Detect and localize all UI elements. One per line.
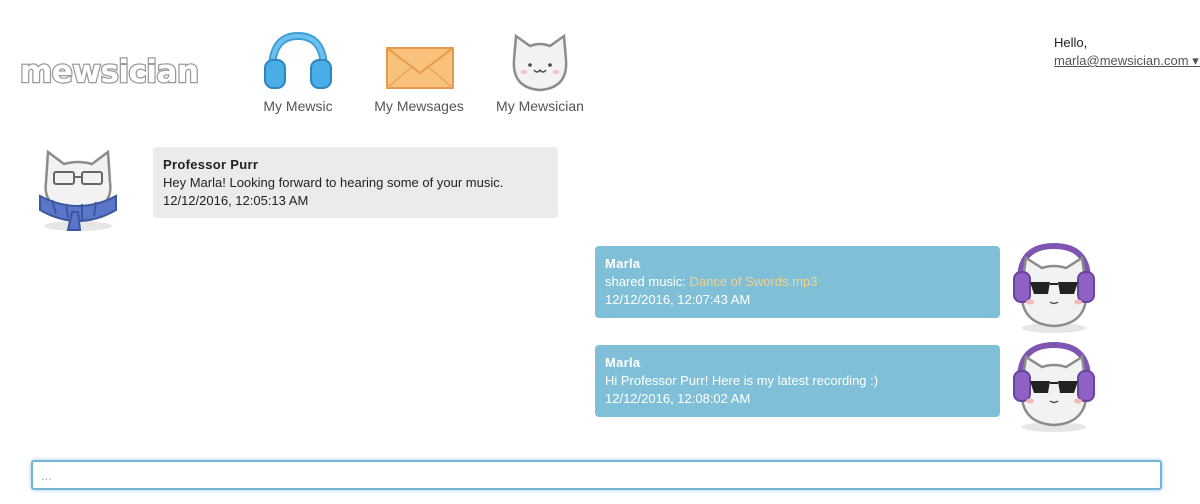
message-timestamp: 12/12/2016, 12:05:13 AM [163, 193, 309, 208]
marla-avatar [1008, 339, 1100, 440]
message-sender: Professor Purr [163, 157, 259, 172]
user-greeting: Hello, marla@mewsician.com ▾! [1054, 34, 1200, 70]
marla-avatar [1008, 240, 1100, 341]
user-email: marla@mewsician.com [1054, 53, 1189, 68]
message-timestamp: 12/12/2016, 12:07:43 AM [605, 292, 751, 307]
envelope-icon [372, 30, 466, 92]
message-input[interactable] [33, 462, 1160, 488]
message-composer[interactable] [31, 460, 1162, 490]
nav-my-mewsages[interactable]: My Mewsages [372, 30, 466, 114]
professor-purr-avatar [32, 146, 124, 237]
nav-my-mewsician[interactable]: My Mewsician [492, 30, 588, 114]
greeting-text: Hello, [1054, 35, 1088, 50]
cat-face-icon [492, 30, 588, 92]
message-sender: Marla [605, 256, 641, 271]
message-timestamp: 12/12/2016, 12:08:02 AM [605, 391, 751, 406]
account-menu[interactable]: marla@mewsician.com ▾! [1054, 52, 1200, 70]
nav-label: My Mewsician [496, 98, 584, 114]
headphones-icon [258, 30, 338, 92]
nav-label: My Mewsages [374, 98, 464, 114]
message-sender: Marla [605, 355, 641, 370]
message-bubble-sent: Marla shared music: Dance of Swords.mp3 … [595, 246, 1000, 318]
message-bubble-received: Professor Purr Hey Marla! Looking forwar… [153, 147, 558, 218]
chevron-down-icon: ▾! [1192, 53, 1200, 68]
logo-text: mewsician [20, 54, 199, 90]
message-text: Hi Professor Purr! Here is my latest rec… [605, 373, 879, 388]
message-text: shared music: Dance of Swords.mp3 [605, 273, 990, 291]
nav-my-mewsic[interactable]: My Mewsic [258, 30, 338, 114]
message-text: Hey Marla! Looking forward to hearing so… [163, 175, 504, 190]
message-text-prefix: shared music: [605, 274, 690, 289]
nav-label: My Mewsic [263, 98, 333, 114]
message-bubble-sent: Marla Hi Professor Purr! Here is my late… [595, 345, 1000, 417]
shared-music-link[interactable]: Dance of Swords.mp3 [690, 274, 818, 289]
mewsician-logo[interactable]: mewsician [18, 52, 212, 92]
